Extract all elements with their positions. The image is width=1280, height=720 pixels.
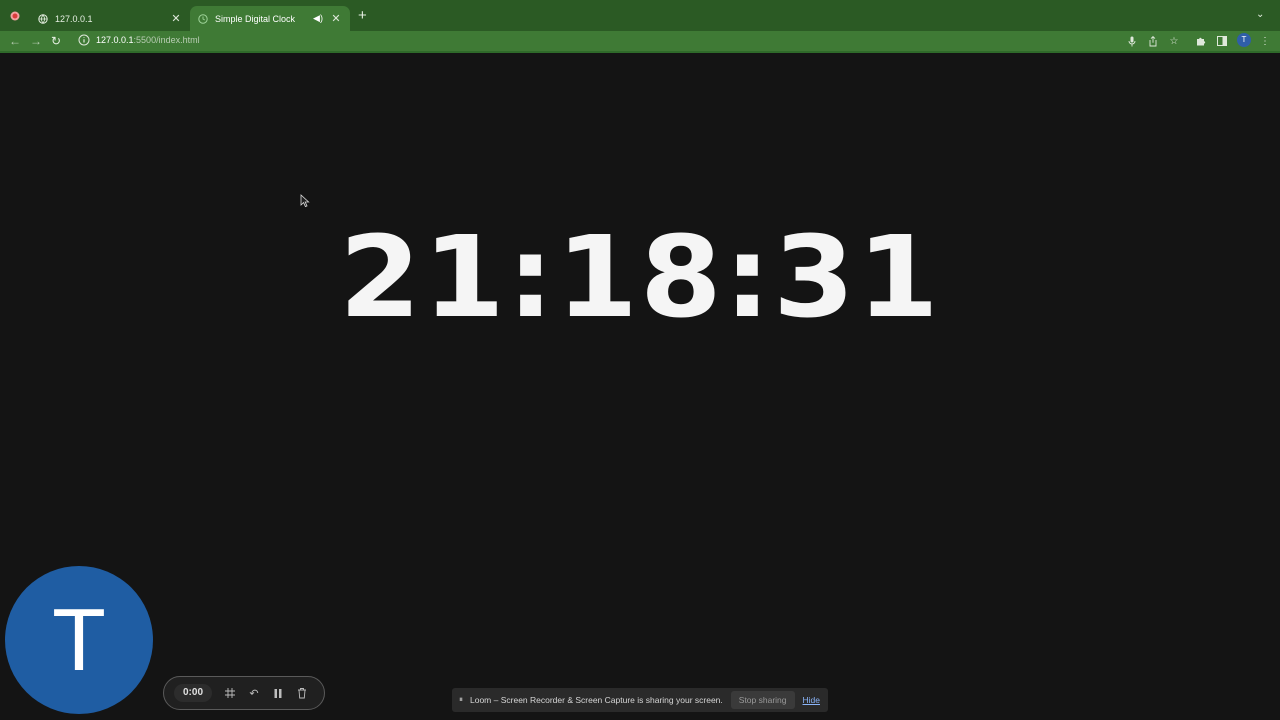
hide-link[interactable]: Hide	[803, 695, 820, 705]
globe-icon	[38, 13, 48, 24]
delete-trash-icon[interactable]	[294, 685, 310, 701]
speaker-icon[interactable]: ◀)	[312, 13, 324, 24]
forward-arrow-icon[interactable]: →	[30, 33, 42, 49]
close-tab-icon[interactable]: ✕	[330, 12, 342, 25]
digital-clock-time: 21:18:31	[339, 212, 941, 343]
side-panel-icon[interactable]	[1216, 33, 1228, 49]
url-path: :5500/index.html	[133, 35, 200, 45]
drag-handle-icon[interactable]: ⏸	[452, 695, 470, 705]
camera-bubble-avatar[interactable]: T	[5, 566, 153, 714]
tab-title: Simple Digital Clock	[215, 13, 296, 24]
share-icon[interactable]	[1147, 33, 1159, 49]
undo-icon[interactable]: ↶	[246, 685, 262, 701]
toolbar-divider	[0, 51, 1280, 53]
new-tab-plus-icon[interactable]: +	[358, 8, 367, 23]
drawing-grid-icon[interactable]	[222, 685, 238, 701]
recording-indicator-icon	[10, 11, 20, 21]
back-arrow-icon[interactable]: ←	[9, 33, 21, 49]
site-info-icon[interactable]	[78, 34, 90, 46]
extensions-puzzle-icon[interactable]	[1195, 33, 1207, 49]
recording-controls: 0:00 ↶	[163, 676, 325, 710]
screen-sharing-notification: ⏸ Loom – Screen Recorder & Screen Captur…	[452, 688, 828, 712]
address-bar[interactable]: 127.0.0.1:5500/index.html	[72, 31, 1116, 49]
recording-timer: 0:00	[174, 684, 212, 702]
profile-avatar[interactable]: T	[1237, 33, 1251, 47]
close-tab-icon[interactable]: ✕	[170, 12, 182, 25]
sharing-message: Loom – Screen Recorder & Screen Capture …	[470, 695, 723, 705]
more-menu-icon[interactable]: ⋮	[1260, 33, 1270, 49]
pause-icon[interactable]	[270, 685, 286, 701]
tab-strip: 127.0.0.1 ✕ Simple Digital Clock ◀) ✕ + …	[0, 0, 1280, 31]
reload-icon[interactable]: ↻	[51, 33, 61, 49]
mouse-pointer-icon	[300, 194, 310, 208]
clock-favicon-icon	[198, 13, 208, 24]
tab-title: 127.0.0.1	[55, 13, 93, 24]
bookmark-star-icon[interactable]: ☆	[1168, 33, 1180, 49]
tab-localhost[interactable]: 127.0.0.1 ✕	[30, 6, 190, 31]
microphone-icon[interactable]	[1126, 33, 1138, 49]
tab-search-chevron-icon[interactable]: ⌄	[1256, 9, 1264, 20]
url-host: 127.0.0.1	[96, 35, 134, 45]
tab-simple-digital-clock[interactable]: Simple Digital Clock ◀) ✕	[190, 6, 350, 31]
stop-sharing-button[interactable]: Stop sharing	[730, 691, 795, 709]
